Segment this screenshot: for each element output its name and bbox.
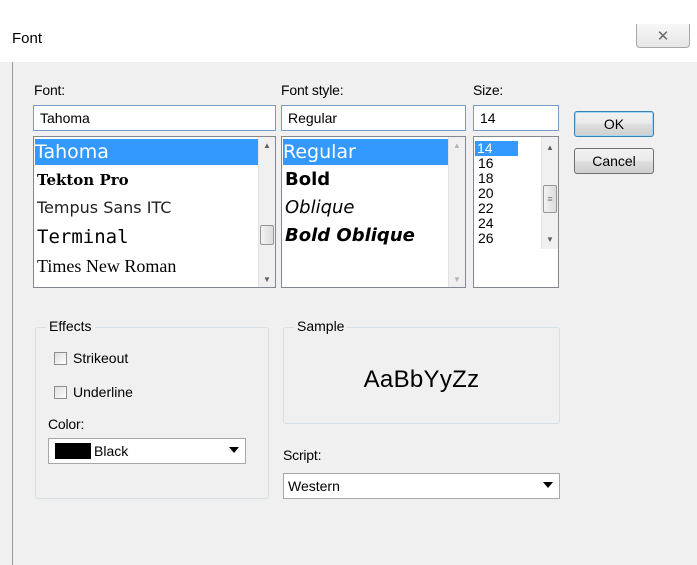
scroll-up-icon[interactable]: ▲: [449, 137, 465, 153]
font-list-item-tekton-pro[interactable]: Tekton Pro: [35, 168, 129, 192]
font-list-scrollbar[interactable]: ▲ ▼: [258, 137, 275, 287]
script-dropdown[interactable]: Western: [283, 473, 560, 499]
font-list-item-tempus-sans-itc[interactable]: Tempus Sans ITC: [35, 195, 171, 221]
size-input[interactable]: 14: [473, 105, 559, 131]
font-list-item-times-new-roman[interactable]: Times New Roman: [35, 253, 176, 279]
close-button[interactable]: ✕: [636, 24, 690, 48]
size-list-item-24[interactable]: 24: [475, 216, 494, 231]
dialog-body: Font: Tahoma Tahoma Tekton Pro Tempus Sa…: [12, 62, 697, 565]
scroll-down-icon[interactable]: ▼: [542, 231, 558, 247]
size-list-item-22[interactable]: 22: [475, 201, 494, 216]
effects-legend: Effects: [46, 318, 95, 334]
script-label: Script:: [283, 447, 322, 463]
size-list-item-18[interactable]: 18: [475, 171, 494, 186]
color-value: Black: [94, 443, 129, 459]
script-value: Western: [288, 478, 340, 494]
size-list-item-16[interactable]: 16: [475, 156, 494, 171]
size-list-item-14[interactable]: 14: [475, 141, 518, 156]
style-list-item-regular[interactable]: Regular: [283, 139, 448, 165]
font-name-input[interactable]: Tahoma: [33, 105, 276, 131]
close-icon: ✕: [656, 27, 670, 45]
chevron-down-icon[interactable]: [543, 482, 553, 488]
strikeout-checkbox-box[interactable]: [54, 351, 67, 365]
strikeout-checkbox[interactable]: Strikeout: [54, 350, 128, 366]
font-style-label: Font style:: [281, 82, 344, 98]
size-list-item-20[interactable]: 20: [475, 186, 494, 201]
underline-checkbox[interactable]: Underline: [54, 384, 133, 400]
font-list-item-terminal[interactable]: Terminal: [35, 223, 129, 251]
size-list[interactable]: 14 16 18 20 22 24 26 ▲ ≡ ▼: [473, 136, 559, 288]
font-list-item-tahoma[interactable]: Tahoma: [35, 139, 258, 165]
strikeout-label: Strikeout: [73, 350, 129, 366]
font-dialog: Font ✕ Font: Tahoma Tahoma Tekton Pro Te…: [0, 0, 697, 565]
chevron-down-icon[interactable]: [229, 447, 239, 453]
sample-group: Sample AaBbYyZz: [283, 318, 560, 424]
title-bar: Font ✕: [0, 0, 697, 62]
underline-label: Underline: [73, 384, 133, 400]
cancel-button[interactable]: Cancel: [574, 148, 654, 174]
font-style-input[interactable]: Regular: [281, 105, 466, 131]
size-list-scrollbar[interactable]: ▲ ≡ ▼: [541, 137, 558, 249]
scroll-up-icon[interactable]: ▲: [259, 137, 275, 153]
style-list-item-bold-oblique[interactable]: Bold Oblique: [283, 223, 415, 249]
size-list-item-26[interactable]: 26: [475, 231, 494, 246]
font-label: Font:: [34, 82, 65, 98]
color-swatch: [55, 443, 91, 459]
effects-group: Effects Strikeout Underline Color: Black: [35, 318, 269, 499]
scroll-up-icon[interactable]: ▲: [542, 139, 558, 155]
style-list-item-oblique[interactable]: Oblique: [283, 195, 355, 221]
underline-checkbox-box[interactable]: [54, 385, 67, 399]
scroll-down-icon[interactable]: ▼: [449, 271, 465, 287]
scroll-thumb[interactable]: ≡: [543, 185, 557, 213]
font-style-list[interactable]: Regular Bold Oblique Bold Oblique ▲ ▼: [281, 136, 466, 288]
sample-text: AaBbYyZz: [363, 366, 480, 393]
style-list-scrollbar[interactable]: ▲ ▼: [448, 137, 465, 287]
sample-legend: Sample: [294, 318, 348, 334]
size-label: Size:: [473, 82, 504, 98]
ok-button[interactable]: OK: [574, 111, 654, 137]
dialog-title: Font: [12, 30, 43, 47]
color-label: Color:: [48, 416, 85, 432]
style-list-item-bold[interactable]: Bold: [283, 167, 330, 193]
scroll-down-icon[interactable]: ▼: [259, 271, 275, 287]
font-list[interactable]: Tahoma Tekton Pro Tempus Sans ITC Termin…: [33, 136, 276, 288]
color-dropdown[interactable]: Black: [48, 438, 246, 464]
scroll-thumb[interactable]: [260, 225, 274, 245]
